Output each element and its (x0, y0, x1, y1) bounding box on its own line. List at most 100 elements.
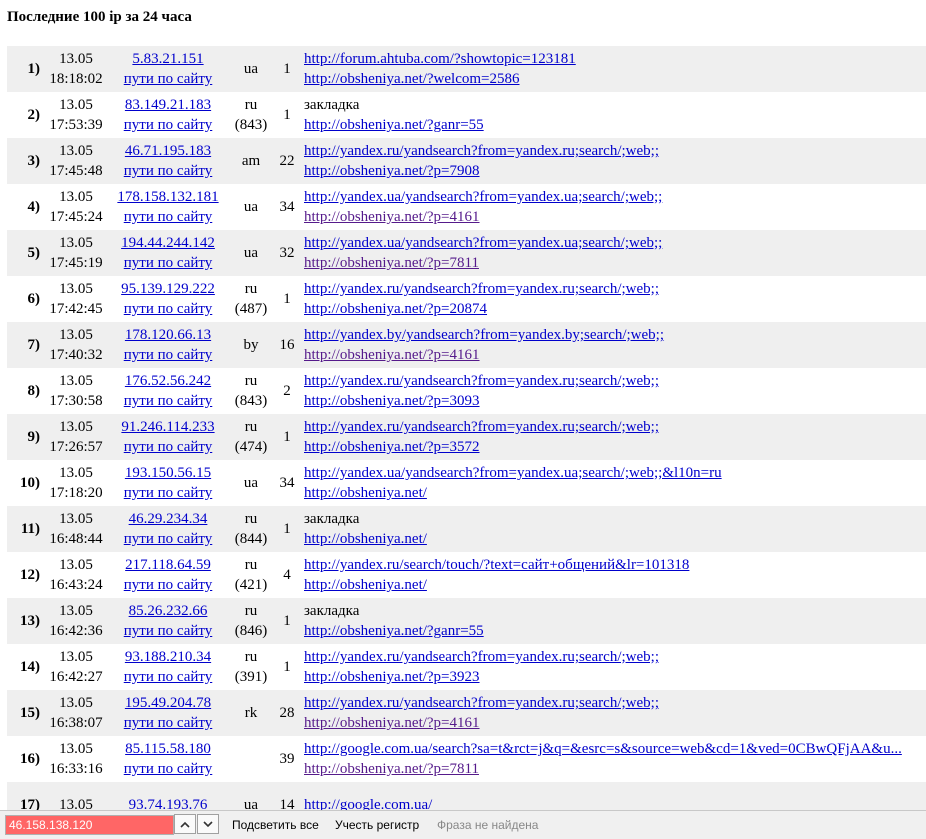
visit-date: 13.05 (59, 741, 93, 757)
referrer-link[interactable]: http://forum.ahtuba.com/?showtopic=12318… (304, 49, 926, 69)
hit-count: 1 (283, 613, 291, 629)
landing-page-link[interactable]: http://obsheniya.net/?p=7811 (304, 253, 926, 273)
row-number: 9) (27, 429, 41, 445)
ip-link[interactable]: 83.149.21.183 (108, 95, 228, 115)
landing-page-link[interactable]: http://obsheniya.net/?p=3572 (304, 437, 926, 457)
visit-time: 16:38:07 (49, 715, 103, 731)
landing-page-link[interactable]: http://obsheniya.net/?p=4161 (304, 345, 926, 365)
referrer-link[interactable]: http://yandex.ru/yandsearch?from=yandex.… (304, 141, 926, 161)
ip-link[interactable]: 93.188.210.34 (108, 647, 228, 667)
visit-datetime: 13.05 16:38:07 (44, 690, 108, 736)
site-paths-link[interactable]: пути по сайту (108, 713, 228, 733)
referrer-link[interactable]: http://google.com.ua/search?sa=t&rct=j&q… (304, 739, 926, 759)
ip-cell: 46.29.234.34 пути по сайту (108, 506, 228, 552)
visitor-log-table: 1) 13.05 18:18:02 5.83.21.151 пути по сайту u… (7, 46, 926, 828)
ip-link[interactable]: 217.118.64.59 (108, 555, 228, 575)
referrer-link[interactable]: http://yandex.ua/yandsearch?from=yandex.… (304, 187, 926, 207)
referrer-cell: закладка http://obsheniya.net/ (300, 506, 926, 552)
referrer-link[interactable]: http://yandex.ru/yandsearch?from=yandex.… (304, 371, 926, 391)
site-paths-link[interactable]: пути по сайту (108, 391, 228, 411)
ip-link[interactable]: 85.115.58.180 (108, 739, 228, 759)
ip-link[interactable]: 195.49.204.78 (108, 693, 228, 713)
ip-link[interactable]: 176.52.56.242 (108, 371, 228, 391)
hit-count: 39 (279, 751, 295, 767)
referrer-link[interactable]: http://yandex.ua/yandsearch?from=yandex.… (304, 233, 926, 253)
country-code: ru (244, 649, 258, 665)
ip-link[interactable]: 178.120.66.13 (108, 325, 228, 345)
landing-page-link[interactable]: http://obsheniya.net/ (304, 529, 926, 549)
site-paths-link[interactable]: пути по сайту (108, 253, 228, 273)
hit-count: 34 (279, 475, 295, 491)
ip-link[interactable]: 194.44.244.142 (108, 233, 228, 253)
landing-page-link[interactable]: http://obsheniya.net/ (304, 483, 926, 503)
row-number: 15) (20, 705, 40, 721)
landing-page-link[interactable]: http://obsheniya.net/?p=3923 (304, 667, 926, 687)
ip-link[interactable]: 178.158.132.181 (108, 187, 228, 207)
visit-time: 17:30:58 (49, 393, 103, 409)
match-case-toggle[interactable]: Учесть регистр (335, 818, 419, 832)
landing-page-link[interactable]: http://obsheniya.net/?p=4161 (304, 713, 926, 733)
country-code: ua (243, 61, 259, 77)
site-paths-link[interactable]: пути по сайту (108, 207, 228, 227)
ip-link[interactable]: 5.83.21.151 (108, 49, 228, 69)
find-input[interactable] (5, 815, 174, 835)
site-paths-link[interactable]: пути по сайту (108, 69, 228, 89)
referrer-link[interactable]: http://yandex.by/yandsearch?from=yandex.… (304, 325, 926, 345)
hit-count: 1 (283, 107, 291, 123)
site-paths-link[interactable]: пути по сайту (108, 483, 228, 503)
country-code: ru (244, 557, 258, 573)
site-paths-link[interactable]: пути по сайту (108, 299, 228, 319)
visit-date: 13.05 (59, 143, 93, 159)
ip-cell: 95.139.129.222 пути по сайту (108, 276, 228, 322)
country-cell: ru (844) (228, 506, 274, 552)
site-paths-link[interactable]: пути по сайту (108, 575, 228, 595)
region-code: (843) (234, 393, 268, 409)
landing-page-link[interactable]: http://obsheniya.net/?p=7908 (304, 161, 926, 181)
visit-datetime: 13.05 17:53:39 (44, 92, 108, 138)
landing-page-link[interactable]: http://obsheniya.net/?p=7811 (304, 759, 926, 779)
site-paths-link[interactable]: пути по сайту (108, 437, 228, 457)
referrer-link[interactable]: http://yandex.ru/yandsearch?from=yandex.… (304, 417, 926, 437)
site-paths-link[interactable]: пути по сайту (108, 345, 228, 365)
site-paths-link[interactable]: пути по сайту (108, 759, 228, 779)
visit-datetime: 13.05 18:18:02 (44, 46, 108, 92)
ip-link[interactable]: 46.29.234.34 (108, 509, 228, 529)
site-paths-link[interactable]: пути по сайту (108, 161, 228, 181)
ip-cell: 91.246.114.233 пути по сайту (108, 414, 228, 460)
ip-link[interactable]: 91.246.114.233 (108, 417, 228, 437)
landing-page-link[interactable]: http://obsheniya.net/ (304, 575, 926, 595)
find-previous-button[interactable] (174, 814, 196, 834)
ip-link[interactable]: 85.26.232.66 (108, 601, 228, 621)
landing-page-link[interactable]: http://obsheniya.net/?welcom=2586 (304, 69, 926, 89)
ip-cell: 5.83.21.151 пути по сайту (108, 46, 228, 92)
landing-page-link[interactable]: http://obsheniya.net/?ganr=55 (304, 621, 926, 641)
landing-page-link[interactable]: http://obsheniya.net/?p=4161 (304, 207, 926, 227)
visit-datetime: 13.05 17:26:57 (44, 414, 108, 460)
site-paths-link[interactable]: пути по сайту (108, 529, 228, 549)
visit-datetime: 13.05 17:30:58 (44, 368, 108, 414)
referrer-link[interactable]: http://yandex.ru/yandsearch?from=yandex.… (304, 279, 926, 299)
site-paths-link[interactable]: пути по сайту (108, 621, 228, 641)
referrer-link[interactable]: http://yandex.ru/search/touch/?text=сайт… (304, 555, 926, 575)
referrer-link[interactable]: http://yandex.ua/yandsearch?from=yandex.… (304, 463, 926, 483)
visit-date: 13.05 (59, 603, 93, 619)
find-next-button[interactable] (197, 814, 219, 834)
country-cell: ru (843) (228, 92, 274, 138)
site-paths-link[interactable]: пути по сайту (108, 667, 228, 687)
highlight-all-toggle[interactable]: Подсветить все (232, 818, 319, 832)
landing-page-link[interactable]: http://obsheniya.net/?ganr=55 (304, 115, 926, 135)
row-number: 16) (20, 751, 40, 767)
country-code: ua (243, 475, 259, 491)
country-cell: rk (228, 690, 274, 736)
site-paths-link[interactable]: пути по сайту (108, 115, 228, 135)
ip-link[interactable]: 46.71.195.183 (108, 141, 228, 161)
referrer-link[interactable]: http://yandex.ru/yandsearch?from=yandex.… (304, 693, 926, 713)
landing-page-link[interactable]: http://obsheniya.net/?p=20874 (304, 299, 926, 319)
referrer-link[interactable]: http://yandex.ru/yandsearch?from=yandex.… (304, 647, 926, 667)
ip-link[interactable]: 193.150.56.15 (108, 463, 228, 483)
ip-link[interactable]: 95.139.129.222 (108, 279, 228, 299)
ip-cell: 195.49.204.78 пути по сайту (108, 690, 228, 736)
hit-count: 1 (283, 291, 291, 307)
landing-page-link[interactable]: http://obsheniya.net/?p=3093 (304, 391, 926, 411)
referrer-cell: http://yandex.by/yandsearch?from=yandex.… (300, 322, 926, 368)
